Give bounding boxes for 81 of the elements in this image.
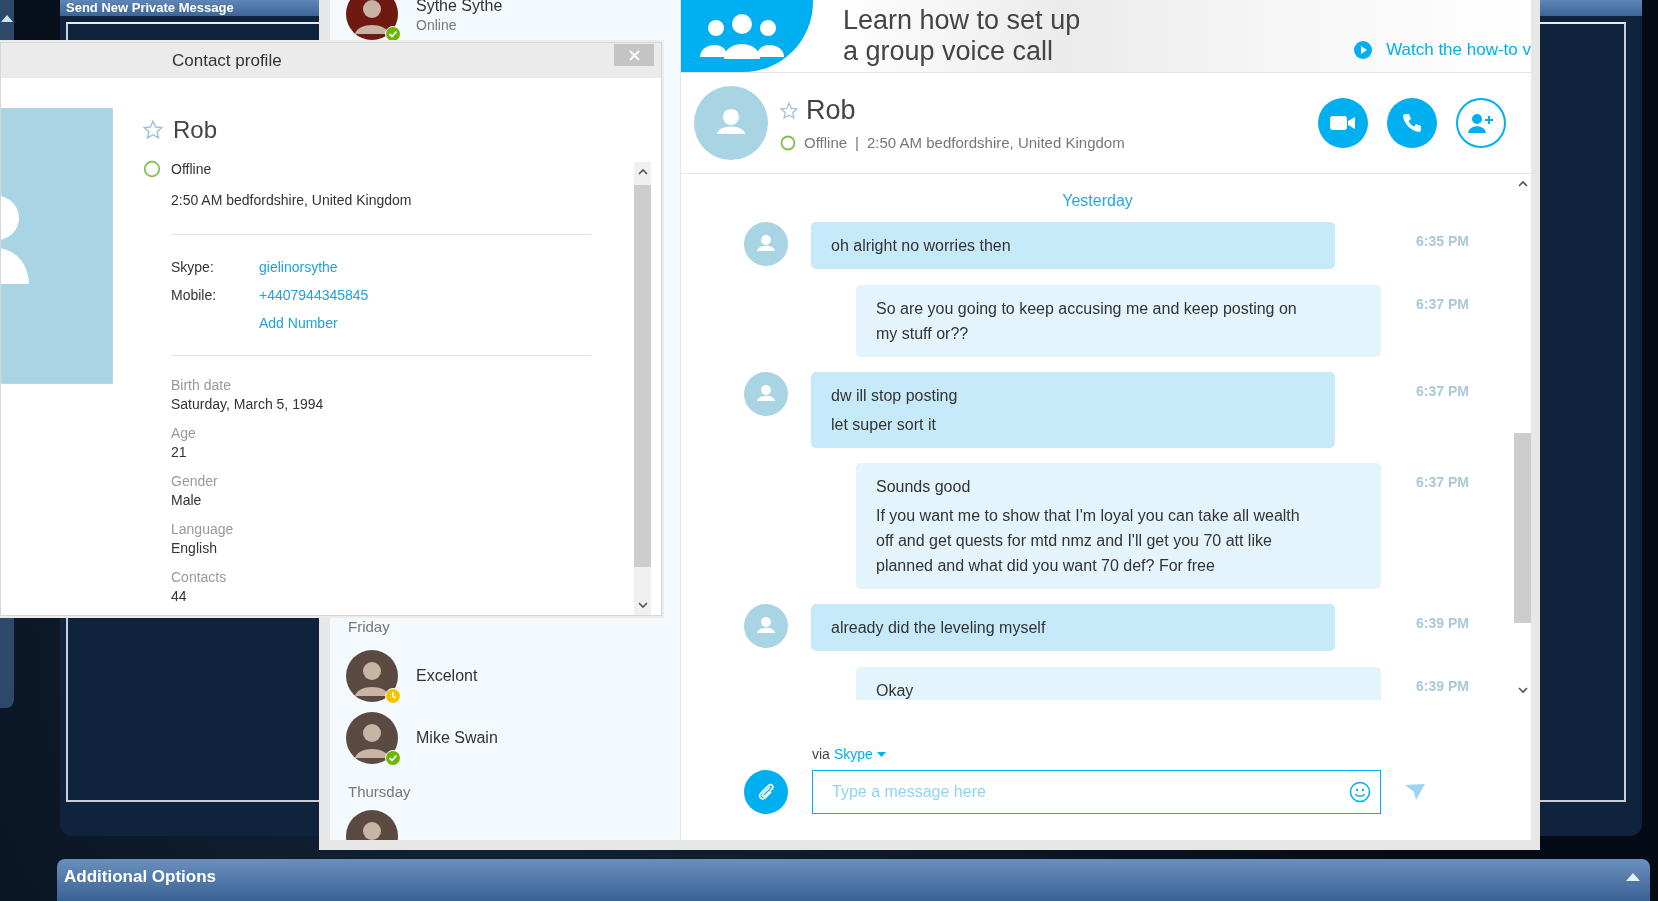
contact-status: Online [416, 17, 458, 33]
message-text: let super sort it [831, 415, 937, 435]
contact-location: 2:50 AM bedfordshire, United Kingdom [171, 192, 413, 208]
message-input[interactable]: Type a message here [812, 770, 1381, 814]
field-link[interactable]: +4407944345845 [259, 287, 369, 303]
detail-label: Birth date [171, 376, 232, 395]
avatar [744, 222, 788, 266]
close-button[interactable] [614, 44, 654, 66]
section-title: Additional Options [64, 867, 217, 887]
attach-button[interactable] [744, 770, 788, 814]
message-text: oh alright no worries then [831, 236, 1012, 256]
add-person-icon [1467, 112, 1495, 134]
detail-label: Age [171, 424, 197, 443]
day-heading: Thursday [347, 782, 412, 802]
chevron-up-icon[interactable] [637, 168, 648, 175]
avatar [744, 372, 788, 416]
message-text: Okay [876, 681, 915, 700]
chevron-up-icon[interactable] [1517, 180, 1528, 187]
play-icon [1354, 41, 1373, 59]
avatar [744, 604, 788, 648]
detail-value: 44 [171, 587, 188, 606]
scrollbar[interactable] [634, 162, 651, 615]
add-contact-button[interactable] [1456, 98, 1506, 148]
message-time: 6:39 PM [1416, 678, 1469, 694]
field-label: Skype: [171, 259, 215, 275]
caret-icon [876, 751, 886, 757]
message-text: dw ill stop posting [831, 386, 959, 406]
field-label: Mobile: [171, 287, 218, 305]
message-time: 6:35 PM [1416, 233, 1469, 249]
banner-text: a group voice call [843, 36, 1055, 67]
contact-name: Rob [173, 116, 218, 144]
contact-status: Offline [171, 161, 212, 177]
close-icon [628, 49, 640, 61]
avatar [346, 650, 398, 702]
banner-text: Learn how to set up [843, 5, 1081, 36]
caret-up-icon [1626, 873, 1640, 881]
avatar [346, 0, 398, 40]
detail-value: Saturday, March 5, 1994 [171, 395, 325, 414]
star-icon[interactable] [143, 120, 163, 140]
field-link[interactable]: Add Number [259, 315, 369, 331]
chevron-down-icon[interactable] [1517, 687, 1528, 694]
phone-icon [1401, 112, 1423, 134]
contact-location: 2:50 AM bedfordshire, United Kingdom [867, 134, 1125, 151]
video-camera-icon [1330, 115, 1356, 131]
message-text: already did the leveling myself [831, 618, 1047, 638]
video-call-button[interactable] [1318, 98, 1368, 148]
message-time: 6:37 PM [1416, 474, 1469, 490]
detail-label: Gender [171, 472, 219, 491]
message-text: If you want me to show that I'm loyal you can take all wealth off and get quests for mtd nmz and I'll get you 70 att like planned and what did you want 70 def? For free [876, 506, 1301, 576]
field-link[interactable]: gielinorsythe [259, 259, 338, 275]
message-text: Sounds good [876, 477, 972, 497]
contact-name[interactable]: Mike Swain [416, 729, 498, 747]
watch-link[interactable]: Watch the how-to v [1354, 40, 1531, 60]
message-text: So are you going to keep accusing me and keep posting on my stuff or?? [876, 299, 1298, 344]
message-time: 6:37 PM [1416, 383, 1469, 399]
emoji-icon[interactable] [1349, 781, 1371, 803]
detail-value: 21 [171, 443, 188, 462]
message-time: 6:37 PM [1416, 296, 1469, 312]
star-icon[interactable] [780, 101, 798, 120]
send-icon[interactable] [1404, 783, 1426, 801]
chevron-down-icon[interactable] [637, 602, 648, 609]
avatar [346, 712, 398, 764]
contact-name: Rob [806, 95, 856, 126]
section-bar[interactable]: Additional Options [57, 859, 1650, 901]
service-dropdown[interactable]: Skype [833, 746, 886, 762]
separator: | [855, 134, 859, 151]
dialog-title: Contact profile [172, 50, 282, 71]
day-heading: Friday [347, 617, 391, 637]
detail-value: Male [171, 491, 203, 510]
contact-name[interactable]: Sythe Sythe [416, 0, 503, 15]
detail-label: Contacts [171, 568, 228, 587]
via-label: via [812, 746, 830, 762]
caret-up-icon [1, 14, 13, 22]
contact-name[interactable]: Excelont [416, 667, 478, 685]
contact-status: Offline [804, 134, 848, 151]
detail-label: Language [171, 520, 235, 539]
day-divider: Yesterday [1061, 192, 1134, 210]
call-button[interactable] [1387, 98, 1437, 148]
detail-value: English [171, 539, 218, 558]
panel-title: Send New Private Message [66, 0, 234, 15]
message-time: 6:39 PM [1416, 615, 1469, 631]
